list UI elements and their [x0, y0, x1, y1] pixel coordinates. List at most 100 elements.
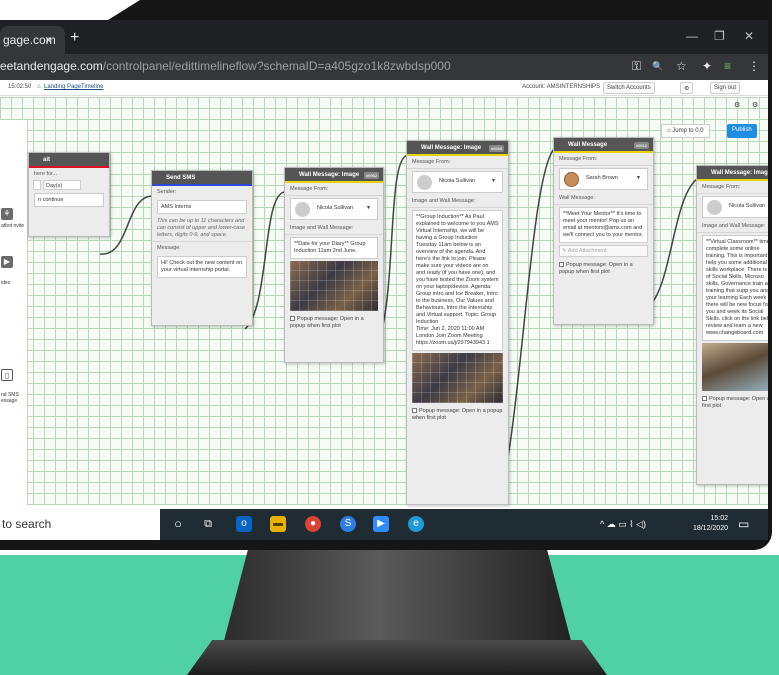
- node-id-badge: #0030: [488, 145, 504, 152]
- toolbox-item-send-sms[interactable]: nd SMS essage: [1, 392, 27, 404]
- toolbox-item-video[interactable]: ideo: [1, 280, 27, 286]
- close-window-button[interactable]: ✕: [744, 29, 754, 43]
- clock-text: 15:02:50: [8, 84, 32, 90]
- checkbox-icon[interactable]: [412, 408, 417, 414]
- sender-input[interactable]: AMS Interns: [157, 200, 247, 214]
- new-tab-button[interactable]: +: [70, 29, 79, 47]
- message-label: Message:: [157, 245, 181, 251]
- system-tray-icons[interactable]: ^ ☁ ▭ ⌇ ◁): [600, 519, 646, 530]
- video-call-image: [412, 353, 503, 403]
- chatbot-icon[interactable]: ⚘: [1, 208, 13, 220]
- popup-checkbox[interactable]: Popup message: Open in a popup when firs…: [554, 259, 653, 279]
- section-label: Image and Wall Message:: [697, 220, 768, 233]
- from-label: Message From:: [697, 181, 768, 194]
- browser-tab[interactable]: gage.com ×: [0, 26, 65, 54]
- wall-message-input[interactable]: **Date for your Diary** Group Induction …: [290, 237, 378, 259]
- breadcrumb-timeline[interactable]: Timeline: [81, 84, 103, 90]
- home-icon[interactable]: ⌂: [37, 84, 41, 90]
- wall-message-input[interactable]: **Virtual Classroom** time to complete s…: [702, 235, 768, 341]
- url-host: eetandengage.com: [0, 59, 103, 73]
- wall-message-input[interactable]: **Group Induction** As Paul explained to…: [412, 210, 503, 351]
- task-view-icon[interactable]: ⧉: [200, 516, 216, 532]
- avatar: [564, 172, 579, 187]
- node-title: Send SMS: [152, 171, 252, 186]
- wait-unit-select[interactable]: Day(s): [43, 180, 81, 190]
- checkbox-icon[interactable]: [702, 396, 707, 402]
- chrome-icon[interactable]: ●: [305, 516, 321, 532]
- from-label: Message From:: [285, 183, 383, 196]
- wait-label: here for...: [34, 171, 58, 177]
- sender-select[interactable]: Nicola Sullivan ▼: [290, 198, 378, 220]
- sender-select[interactable]: Nicola Sullivan: [702, 196, 768, 218]
- sign-out-button[interactable]: Sign out: [710, 82, 741, 94]
- taskbar-search-input[interactable]: to search: [0, 509, 160, 540]
- laptop-photo-image: [702, 343, 768, 391]
- extensions-icon[interactable]: ✦: [702, 59, 712, 73]
- minimize-button[interactable]: —: [686, 29, 698, 43]
- node-title: Wall Message: Image #0062: [285, 168, 383, 183]
- sender-select[interactable]: Nicola Sullivan ▼: [412, 171, 503, 193]
- edge-icon[interactable]: e: [408, 516, 424, 532]
- taskbar-clock[interactable]: 15:02 18/12/2020: [688, 514, 728, 534]
- chevron-down-icon: ▼: [636, 175, 641, 181]
- node-toolbox: ⚘ atbot nvite ▶ ideo ▯ nd SMS essage: [0, 120, 28, 505]
- avatar: [295, 202, 310, 217]
- cortana-icon[interactable]: ○: [170, 516, 186, 532]
- wait-action-select[interactable]: n continue: [34, 193, 104, 207]
- tab-close-icon[interactable]: ×: [45, 33, 52, 47]
- breadcrumb-landing-page[interactable]: Landing Page: [44, 84, 81, 90]
- add-attachment-button[interactable]: ✎ Add Attachment: [559, 245, 648, 257]
- avatar: [707, 200, 722, 215]
- node-title: Wall Message #0012: [554, 138, 653, 153]
- wall-message-input[interactable]: **Meet Your Mentor** It's time to meet y…: [559, 207, 648, 243]
- toolbox-item-chatbot[interactable]: atbot nvite: [1, 223, 27, 229]
- node-id-badge: #0062: [363, 172, 379, 179]
- section-label: Image and Wall Message:: [407, 195, 508, 208]
- file-explorer-icon[interactable]: ▬: [270, 516, 286, 532]
- node-title: ait: [29, 153, 109, 168]
- popup-checkbox[interactable]: Popup message: Open in a popup when firs…: [285, 313, 383, 333]
- avatar: [417, 175, 432, 190]
- menu-kebab-icon[interactable]: ⋮: [748, 59, 760, 73]
- url-text[interactable]: eetandengage.com/controlpanel/edittimeli…: [0, 59, 451, 73]
- skype-icon[interactable]: S: [340, 516, 356, 532]
- video-call-image: [290, 261, 378, 311]
- popup-checkbox[interactable]: Popup message: Open when first plot: [697, 393, 768, 413]
- checkbox-icon[interactable]: [559, 262, 564, 268]
- switch-accounts-button[interactable]: Switch Accounts: [603, 82, 655, 94]
- popup-checkbox[interactable]: Popup message: Open in a popup when firs…: [407, 405, 508, 425]
- key-icon[interactable]: ⚿: [632, 59, 641, 74]
- zoom-icon[interactable]: ▶: [373, 516, 389, 532]
- wall-message-node-3[interactable]: Wall Message #0012 Message From: Sarah Br…: [553, 137, 654, 325]
- bookmark-star-icon[interactable]: ☆: [676, 59, 687, 73]
- wall-message-image-node-1[interactable]: Wall Message: Image #0062 Message From: N…: [284, 167, 384, 363]
- extension-icon[interactable]: ≡: [724, 59, 731, 73]
- notifications-icon[interactable]: ▭: [738, 517, 749, 531]
- address-bar[interactable]: eetandengage.com/controlpanel/edittimeli…: [0, 54, 768, 80]
- monitor-photo: gage.com × + — ❐ ✕ eetandengage.com/cont…: [0, 0, 779, 675]
- monitor-base: [187, 640, 607, 675]
- checkbox-icon[interactable]: [290, 316, 295, 322]
- settings-gear-button[interactable]: ⚙: [680, 82, 694, 94]
- sender-hint: This can be up to 11 characters and can …: [152, 216, 252, 242]
- sms-message-input[interactable]: Hi! Check out the new content on your vi…: [157, 256, 247, 278]
- zoom-icon[interactable]: 🔍: [652, 61, 663, 72]
- video-icon[interactable]: ▶: [1, 256, 13, 268]
- browser-tabbar: gage.com × + — ❐ ✕: [0, 20, 768, 54]
- from-label: Message From:: [554, 153, 653, 166]
- phone-icon[interactable]: ▯: [1, 369, 13, 381]
- send-sms-node[interactable]: Send SMS Sender: AMS Interns This can be…: [151, 170, 253, 326]
- node-id-badge: #0012: [633, 142, 649, 149]
- wait-amount-input[interactable]: [33, 180, 41, 190]
- chevron-down-icon: ▼: [366, 205, 371, 211]
- wall-message-image-node-4[interactable]: Wall Message: Image Message From: Nicola…: [696, 165, 768, 485]
- sender-select[interactable]: Sarah Brown ▼: [559, 168, 648, 190]
- windows-taskbar: to search ○ ⧉ o ▬ ● S ▶ e ^ ☁ ▭ ⌇ ◁) 15:…: [0, 509, 768, 540]
- restore-button[interactable]: ❐: [714, 29, 725, 43]
- wall-message-image-node-2[interactable]: Wall Message: Image #0030 Message From: N…: [406, 140, 509, 505]
- section-label: Image and Wall Message:: [285, 222, 383, 235]
- wait-node[interactable]: ait here for... Day(s) n continue: [28, 152, 110, 237]
- node-title: Wall Message: Image: [697, 166, 768, 181]
- app-header: 15:02:50 ⌂ Landing Page Timeline Account…: [0, 80, 768, 96]
- outlook-icon[interactable]: o: [236, 516, 252, 532]
